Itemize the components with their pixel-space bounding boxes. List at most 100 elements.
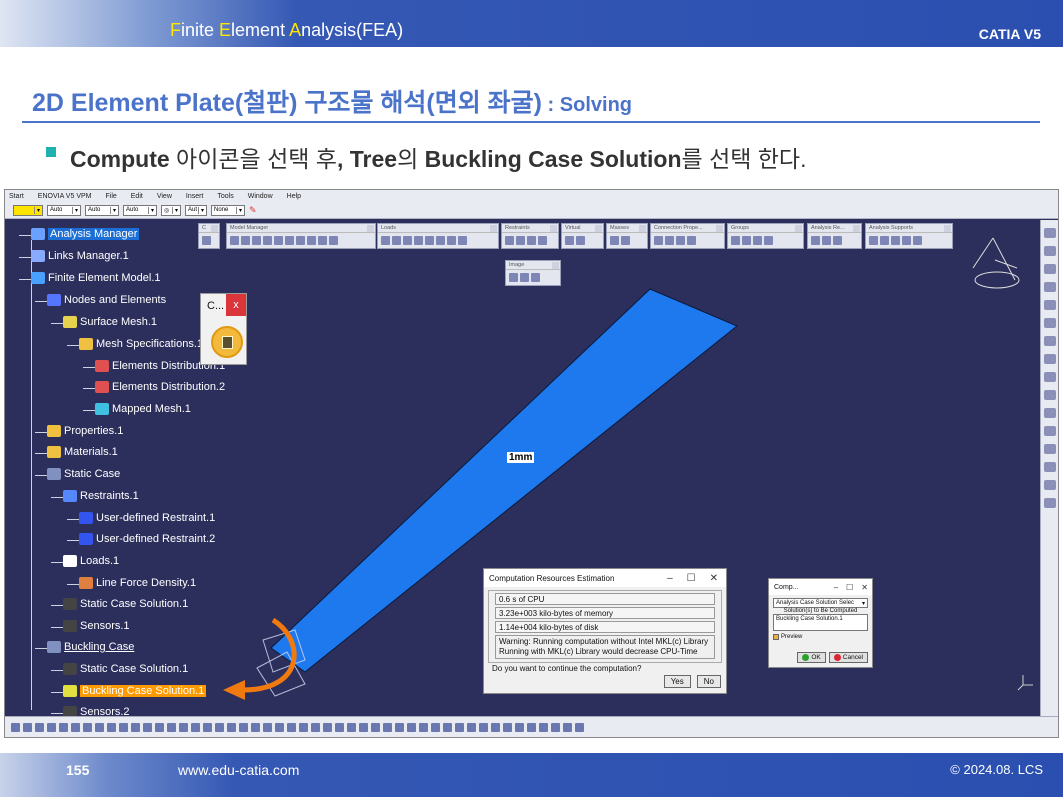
toolbar-tool-icon[interactable]	[414, 236, 423, 245]
tree-node[interactable]: Static Case Solution.1	[63, 598, 188, 610]
color-combo[interactable]: ▾	[13, 204, 43, 216]
close-icon[interactable]: ✕	[861, 583, 868, 592]
toolbar-close-icon[interactable]	[550, 224, 557, 232]
thickness-combo[interactable]: Auto ▾	[85, 204, 119, 216]
toolbar-tool-icon[interactable]	[880, 236, 889, 245]
menu-item-window[interactable]: Window	[248, 193, 273, 200]
tree-node[interactable]: Static Case Solution.1	[63, 663, 188, 675]
tree-node[interactable]: Sensors.1	[63, 620, 130, 632]
tree-node-label[interactable]: Static Case Solution.1	[80, 598, 188, 610]
preview-checkbox[interactable]: Preview	[773, 634, 868, 640]
no-button[interactable]: No	[696, 675, 721, 688]
toolbar-tool-icon[interactable]	[742, 236, 751, 245]
tree-node-label[interactable]: Analysis Manager	[48, 228, 140, 240]
tree-node-label[interactable]: Mesh Specifications.1	[96, 338, 203, 350]
toolbar-tool-icon[interactable]	[654, 236, 663, 245]
toolbar-tool-icon[interactable]	[329, 236, 338, 245]
menu-item-tools[interactable]: Tools	[217, 193, 233, 200]
tree-node[interactable]: Materials.1	[47, 446, 118, 458]
toolbar-tool-icon[interactable]	[520, 273, 529, 282]
tree-node-label[interactable]: User-defined Restraint.2	[96, 533, 215, 545]
toolbar-close-icon[interactable]	[490, 224, 497, 232]
compute-icon[interactable]	[211, 326, 243, 358]
toolbar-tool-icon[interactable]	[318, 236, 327, 245]
tree-node-label[interactable]: Materials.1	[64, 446, 118, 458]
tree-node-label[interactable]: Finite Element Model.1	[48, 272, 161, 284]
toolbar-tool-icon[interactable]	[753, 236, 762, 245]
toolbar-tool-icon[interactable]	[833, 236, 842, 245]
toolbar-tool-icon[interactable]	[516, 236, 525, 245]
tree-node[interactable]: Elements Distribution.2	[95, 381, 225, 393]
tree-node[interactable]: Mapped Mesh.1	[95, 403, 191, 415]
toolbar-tool-icon[interactable]	[202, 236, 211, 245]
tree-node-label[interactable]: Line Force Density.1	[96, 577, 196, 589]
toolbar-tool-icon[interactable]	[621, 236, 630, 245]
toolbar-tool-icon[interactable]	[764, 236, 773, 245]
tree-node[interactable]: Surface Mesh.1	[63, 316, 157, 328]
tree-node-label[interactable]: Buckling Case Solution.1	[80, 685, 207, 697]
toolbar-tool-icon[interactable]	[538, 236, 547, 245]
toolbar-tool-icon[interactable]	[913, 236, 922, 245]
tree-node-label[interactable]: Buckling Case	[64, 641, 134, 653]
menu-item-file[interactable]: File	[105, 193, 116, 200]
toolbar-close-icon[interactable]	[853, 224, 860, 232]
tree-node-label[interactable]: Elements Distribution.2	[112, 381, 225, 393]
maximize-icon[interactable]: ☐	[846, 583, 853, 592]
tree-node-label[interactable]: Mapped Mesh.1	[112, 403, 191, 415]
tree-node[interactable]: Buckling Case Solution.1	[63, 685, 207, 697]
solution-list-item[interactable]: Buckling Case Solution.1	[776, 616, 843, 622]
toolbar-tool-icon[interactable]	[436, 236, 445, 245]
toolbar-close-icon[interactable]	[595, 224, 602, 232]
toolbar-tool-icon[interactable]	[576, 236, 585, 245]
menu-item-insert[interactable]: Insert	[186, 193, 204, 200]
tree-node[interactable]: Restraints.1	[63, 490, 139, 502]
tree-node[interactable]: Buckling Case	[47, 641, 134, 653]
minimize-icon[interactable]: –	[834, 583, 838, 592]
toolbar-tool-icon[interactable]	[822, 236, 831, 245]
transparency-combo[interactable]: Auto ▾	[123, 204, 157, 216]
tree-node[interactable]: User-defined Restraint.2	[79, 533, 215, 545]
menu-item-edit[interactable]: Edit	[131, 193, 143, 200]
toolbar-tool-icon[interactable]	[505, 236, 514, 245]
tree-node[interactable]: Properties.1	[47, 425, 123, 437]
toolbar-tool-icon[interactable]	[665, 236, 674, 245]
toolbar-close-icon[interactable]	[716, 224, 723, 232]
tree-node-label[interactable]: Nodes and Elements	[64, 294, 166, 306]
toolbar-close-icon[interactable]	[552, 261, 559, 269]
yes-button[interactable]: Yes	[663, 675, 691, 688]
linetype-combo[interactable]: Auto ▾	[47, 204, 81, 216]
menu-item-help[interactable]: Help	[287, 193, 301, 200]
tree-node-label[interactable]: User-defined Restraint.1	[96, 512, 215, 524]
tree-node-label[interactable]: Loads.1	[80, 555, 119, 567]
toolbar-tool-icon[interactable]	[527, 236, 536, 245]
tree-node[interactable]: Static Case	[47, 468, 120, 480]
toolbar-tool-icon[interactable]	[610, 236, 619, 245]
toolbar-tool-icon[interactable]	[891, 236, 900, 245]
point-combo[interactable]: ◎ ▾	[161, 204, 181, 216]
menu-item-view[interactable]: View	[157, 193, 172, 200]
tree-node-label[interactable]: Surface Mesh.1	[80, 316, 157, 328]
tree-node[interactable]: Links Manager.1	[31, 250, 129, 262]
toolbar-tool-icon[interactable]	[392, 236, 401, 245]
tree-node-label[interactable]: Static Case	[64, 468, 120, 480]
toolbar-close-icon[interactable]	[795, 224, 802, 232]
close-icon[interactable]: ✕	[710, 573, 718, 584]
tree-node-label[interactable]: Sensors.1	[80, 620, 130, 632]
toolbar-tool-icon[interactable]	[230, 236, 239, 245]
toolbar-tool-icon[interactable]	[447, 236, 456, 245]
toolbar-tool-icon[interactable]	[252, 236, 261, 245]
tree-node[interactable]: Nodes and Elements	[47, 294, 166, 306]
toolbar-tool-icon[interactable]	[241, 236, 250, 245]
tree-node-label[interactable]: Links Manager.1	[48, 250, 129, 262]
tree-node-label[interactable]: Restraints.1	[80, 490, 139, 502]
tree-node[interactable]: Line Force Density.1	[79, 577, 196, 589]
tree-node[interactable]: Mesh Specifications.1	[79, 338, 203, 350]
toolbar-tool-icon[interactable]	[531, 273, 540, 282]
minimize-icon[interactable]: –	[667, 573, 673, 584]
toolbar-tool-icon[interactable]	[425, 236, 434, 245]
toolbar-tool-icon[interactable]	[687, 236, 696, 245]
toolbar-tool-icon[interactable]	[307, 236, 316, 245]
menu-item-enovia-v5-vpm[interactable]: ENOVIA V5 VPM	[38, 193, 92, 200]
tree-node[interactable]: Loads.1	[63, 555, 119, 567]
tree-node-label[interactable]: Static Case Solution.1	[80, 663, 188, 675]
